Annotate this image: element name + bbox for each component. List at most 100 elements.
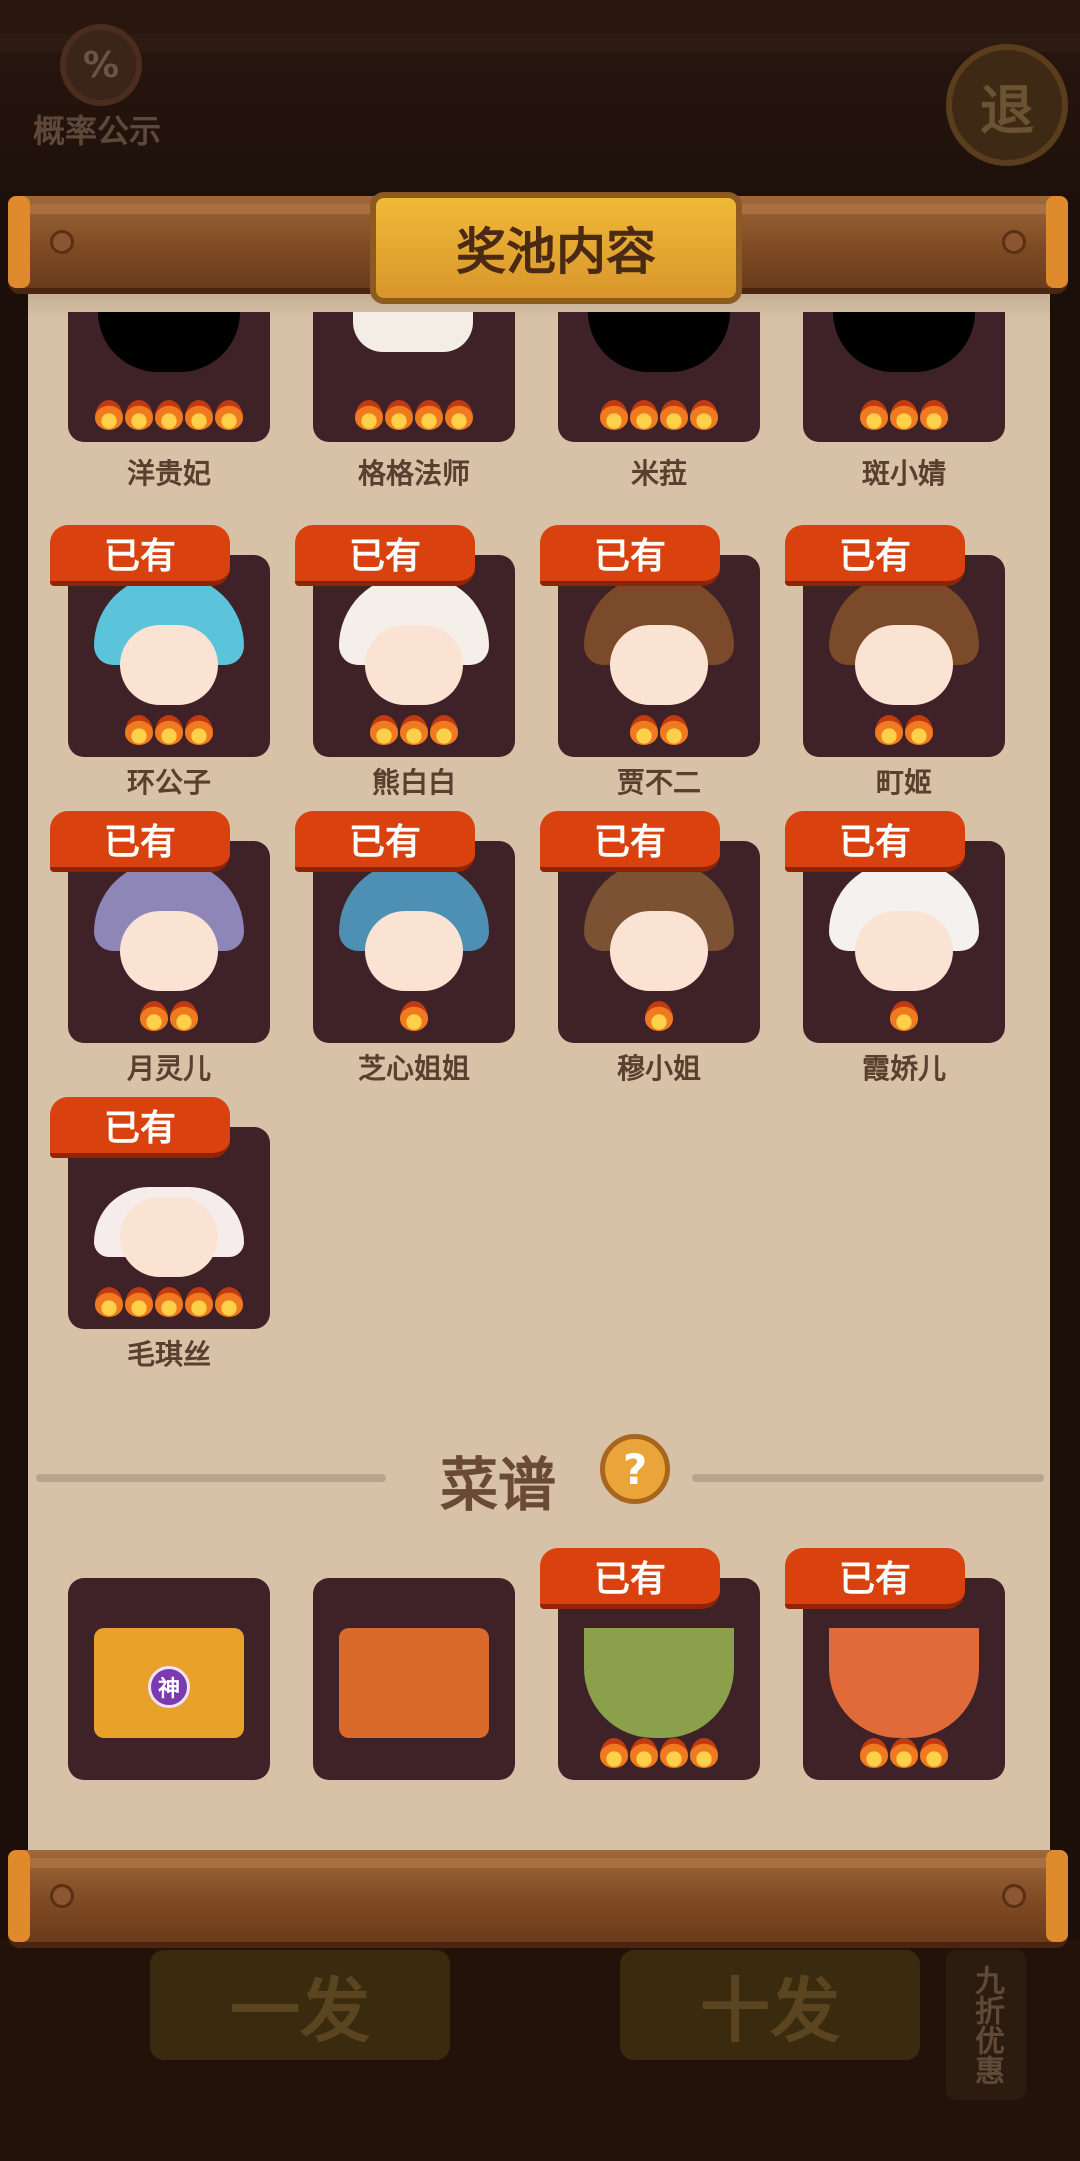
flame-icon [140,1001,168,1031]
star-flames [68,715,270,745]
recipe-image [313,1578,515,1780]
exit-button[interactable]: 退 [946,44,1068,166]
divider-right [692,1474,1044,1482]
rod-nail [1002,1884,1026,1908]
portrait-face [365,911,463,991]
flame-icon [660,1738,688,1768]
character-card[interactable]: 已有 町姬 [785,525,1005,799]
character-name: 霞娇儿 [861,1052,946,1085]
flame-icon [890,1001,918,1031]
rod-nail [1002,230,1026,254]
character-card[interactable]: 已有 月灵儿 [50,811,270,1085]
star-flames [558,1001,760,1031]
flame-icon [920,1738,948,1768]
help-icon[interactable]: ? [600,1434,670,1504]
draw-ten-button[interactable]: 十发 [620,1950,920,2060]
flame-icon [400,715,428,745]
locked-silhouette [98,312,240,372]
bottom-scroll-rod [8,1850,1068,1942]
flame-icon [690,400,718,430]
flame-icon [630,400,658,430]
flame-icon [95,400,123,430]
dish-icon [584,1628,734,1738]
character-card[interactable]: 洋贵妃 [68,240,270,490]
flame-icon [155,1287,183,1317]
character-card[interactable]: 米菈 [558,240,760,490]
flame-icon [690,1738,718,1768]
owned-badge: 已有 [785,1548,965,1609]
probability-button[interactable]: % 概率公示 [22,14,172,154]
character-card[interactable]: 已有 霞娇儿 [785,811,1005,1085]
discount-badge: 九折优惠 [946,1950,1026,2100]
flame-icon [600,400,628,430]
owned-badge: 已有 [50,525,230,586]
recipe-card[interactable] [313,1578,515,1780]
recipe-image: 神 [68,1578,270,1780]
recipe-section-title: 菜谱 [440,1451,557,1519]
owned-badge: 已有 [50,1097,230,1158]
flame-icon [905,715,933,745]
recipe-card[interactable]: 神 [68,1578,270,1780]
portrait-face [855,911,953,991]
locked-silhouette [833,312,975,372]
character-card[interactable]: 已有贾不二 [540,525,760,799]
owned-badge: 已有 [540,525,720,586]
character-name: 环公子 [126,766,211,799]
portrait-face [610,911,708,991]
star-flames [558,1738,760,1768]
flame-icon [155,715,183,745]
flame-icon [185,400,213,430]
flame-icon [155,400,183,430]
flame-icon [890,400,918,430]
character-name: 芝心姐姐 [357,1052,470,1085]
character-name: 穆小姐 [616,1052,701,1085]
character-card[interactable]: 已有环公子 [50,525,270,799]
divider-left [36,1474,386,1482]
flame-icon [415,400,443,430]
flame-icon [860,400,888,430]
character-name: 月灵儿 [126,1052,211,1085]
rod-cap [8,196,30,288]
character-name: 米菈 [630,457,687,490]
star-flames [313,1001,515,1031]
character-name: 毛琪丝 [126,1338,211,1371]
flame-icon [125,715,153,745]
flame-icon [630,715,658,745]
character-card[interactable]: 已有穆小姐 [540,811,760,1085]
star-flames [558,715,760,745]
character-card[interactable]: 斑小婧 [803,240,1005,490]
star-flames [803,715,1005,745]
portrait-face [120,625,218,705]
character-portrait [313,312,515,442]
character-card[interactable]: 格格法师 [313,240,515,490]
rod-nail [50,1884,74,1908]
owned-badge: 已有 [540,811,720,872]
flame-icon [860,1738,888,1768]
recipe-card[interactable]: 已有 [785,1548,1005,1780]
rod-cap [8,1850,30,1942]
character-portrait [558,312,760,442]
character-name: 贾不二 [616,766,701,799]
flame-icon [125,1287,153,1317]
character-portrait [68,312,270,442]
portrait-face [855,625,953,705]
character-card[interactable]: 已有 芝心姐姐 [295,811,515,1085]
star-flames [68,1287,270,1317]
flame-icon [370,715,398,745]
character-name: 洋贵妃 [126,457,211,490]
rod-cap [1046,196,1068,288]
character-name: 熊白白 [371,766,456,799]
flame-icon [170,1001,198,1031]
character-card[interactable]: 已有毛琪丝 [50,1097,270,1371]
divine-badge: 神 [148,1666,190,1708]
flame-icon [95,1287,123,1317]
flame-icon [445,400,473,430]
character-card[interactable]: 已有 熊白白 [295,525,515,799]
percent-gear-icon: % [60,24,142,106]
owned-badge: 已有 [540,1548,720,1609]
character-name: 町姬 [875,766,932,799]
draw-one-button[interactable]: 一发 [150,1950,450,2060]
star-flames [558,400,760,430]
scroll-chest-icon [339,1628,489,1738]
recipe-card[interactable]: 已有 [540,1548,760,1780]
